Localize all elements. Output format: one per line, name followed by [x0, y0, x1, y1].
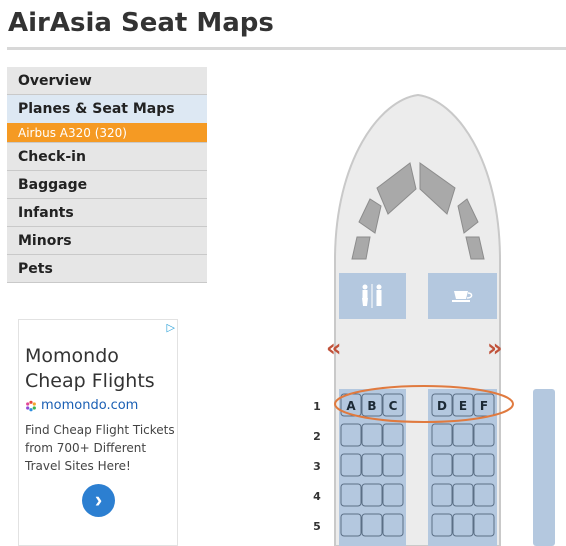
row-number-1: 1	[313, 400, 321, 413]
seat-label-C[interactable]: C	[389, 399, 398, 413]
row-number-5: 5	[313, 520, 321, 533]
seat-5F[interactable]	[473, 513, 495, 537]
seat-1B[interactable]: B	[361, 393, 383, 417]
seat-4A[interactable]	[340, 483, 362, 507]
wing-strip	[533, 389, 555, 546]
seat-label-D[interactable]: D	[437, 399, 447, 413]
seat-1D[interactable]: D	[431, 393, 453, 417]
seat-1F[interactable]: F	[473, 393, 495, 417]
seat-3D[interactable]	[431, 453, 453, 477]
row-numbers: 1 2 3 4 5	[313, 400, 321, 533]
seat-3E[interactable]	[452, 453, 474, 477]
row-number-2: 2	[313, 430, 321, 443]
seat-2C[interactable]	[382, 423, 404, 447]
row-number-3: 3	[313, 460, 321, 473]
seat-4D[interactable]	[431, 483, 453, 507]
seat-label-B[interactable]: B	[367, 399, 376, 413]
exit-left-chevron: «	[326, 334, 342, 362]
row-number-4: 4	[313, 490, 321, 503]
seat-2F[interactable]	[473, 423, 495, 447]
seat-1E[interactable]: E	[452, 393, 474, 417]
seat-5B[interactable]	[361, 513, 383, 537]
seat-1C[interactable]: C	[382, 393, 404, 417]
seat-3B[interactable]	[361, 453, 383, 477]
seat-4C[interactable]	[382, 483, 404, 507]
seat-label-A[interactable]: A	[346, 399, 356, 413]
seat-4E[interactable]	[452, 483, 474, 507]
seat-label-F[interactable]: F	[480, 399, 488, 413]
seat-2B[interactable]	[361, 423, 383, 447]
seat-3F[interactable]	[473, 453, 495, 477]
seat-4F[interactable]	[473, 483, 495, 507]
seat-3C[interactable]	[382, 453, 404, 477]
seat-2A[interactable]	[340, 423, 362, 447]
seat-5E[interactable]	[452, 513, 474, 537]
seat-4B[interactable]	[361, 483, 383, 507]
seat-2E[interactable]	[452, 423, 474, 447]
seat-label-E[interactable]: E	[459, 399, 467, 413]
seat-5C[interactable]	[382, 513, 404, 537]
seat-2D[interactable]	[431, 423, 453, 447]
seat-map: « » 1 2 3 4 5 ABC DEF	[313, 93, 555, 546]
seat-3A[interactable]	[340, 453, 362, 477]
seat-5D[interactable]	[431, 513, 453, 537]
exit-right-chevron: »	[487, 334, 503, 362]
seat-5A[interactable]	[340, 513, 362, 537]
restroom-icon	[362, 284, 382, 308]
